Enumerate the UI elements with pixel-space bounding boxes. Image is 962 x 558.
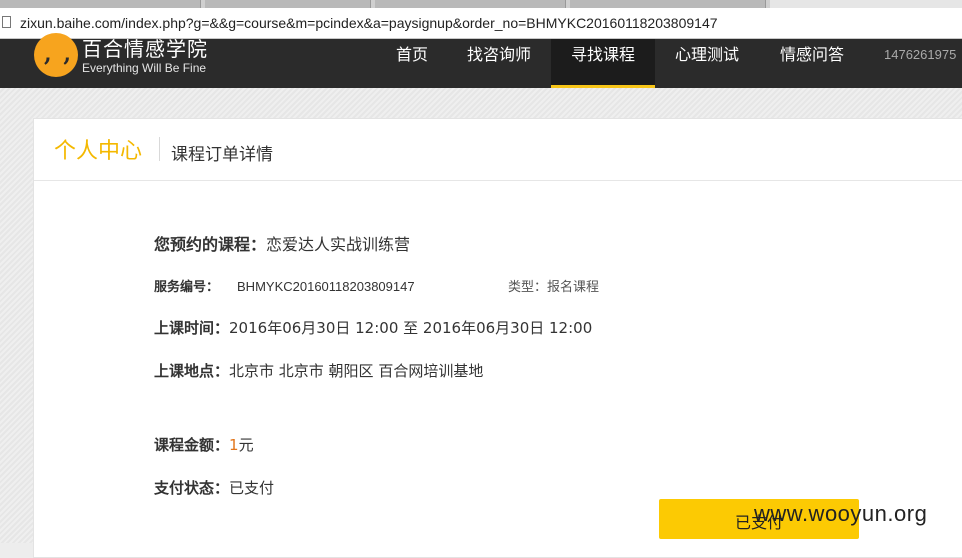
- place-label: 上课地点：: [154, 362, 230, 380]
- time-value: 2016年06月30日 12:00 至 2016年06月30日 12:00: [229, 319, 593, 337]
- url-text[interactable]: zixun.baihe.com/index.php?g=&&g=course&m…: [20, 15, 718, 31]
- service-number: BHMYKC20160118203809147: [237, 279, 415, 294]
- status-value: 已支付: [229, 479, 275, 497]
- user-account[interactable]: 1476261975: [884, 47, 956, 62]
- watermark-text: www.wooyun.org: [754, 501, 928, 526]
- course-label: 您预约的课程：: [154, 235, 267, 254]
- browser-tab-active[interactable]: [770, 0, 962, 8]
- amount-unit: 元: [238, 436, 254, 454]
- browser-tab[interactable]: [205, 0, 371, 8]
- place-value: 北京市 北京市 朝阳区 百合网培训基地: [229, 362, 484, 380]
- site-nav: , , 百合情感学院 Everything Will Be Fine 首页 找咨…: [0, 33, 962, 88]
- panel-header: 个人中心 课程订单详情: [34, 119, 962, 181]
- browser-tab[interactable]: [375, 0, 566, 8]
- nav-item-psych-test[interactable]: 心理测试: [667, 39, 747, 88]
- place-row: 上课地点：北京市 北京市 朝阳区 百合网培训基地: [154, 360, 483, 381]
- service-label: 服务编号：: [154, 280, 220, 295]
- status-row: 支付状态：已支付: [154, 477, 274, 498]
- status-label: 支付状态：: [154, 479, 230, 497]
- personal-center-title[interactable]: 个人中心: [54, 133, 142, 165]
- logo-title[interactable]: 百合情感学院: [82, 33, 208, 62]
- page-icon: [2, 16, 11, 28]
- nav-item-home[interactable]: 首页: [385, 39, 439, 88]
- order-detail-subtitle: 课程订单详情: [171, 145, 273, 165]
- browser-tab[interactable]: [0, 0, 201, 8]
- amount-number: 1: [229, 436, 239, 454]
- course-name: 恋爱达人实战训练营: [266, 235, 411, 254]
- browser-tab[interactable]: [570, 0, 766, 8]
- time-row: 上课时间：2016年06月30日 12:00 至 2016年06月30日 12:…: [154, 317, 592, 338]
- time-label: 上课时间：: [154, 319, 230, 337]
- order-panel: 个人中心 课程订单详情 您预约的课程：恋爱达人实战训练营 服务编号： BHMYKC…: [33, 118, 962, 558]
- nav-item-courses[interactable]: 寻找课程: [551, 39, 655, 88]
- logo-subtitle: Everything Will Be Fine: [82, 61, 207, 75]
- amount-row: 课程金额：1元: [154, 434, 254, 455]
- nav-item-counselor[interactable]: 找咨询师: [457, 39, 541, 88]
- header-divider: [159, 137, 160, 161]
- browser-tab-strip: [0, 0, 962, 8]
- course-row: 您预约的课程：恋爱达人实战训练营: [154, 231, 410, 255]
- type-text: 类型：报名课程: [508, 280, 600, 295]
- nav-item-qa[interactable]: 情感问答: [772, 39, 852, 88]
- service-row: 服务编号： BHMYKC20160118203809147: [154, 276, 415, 295]
- logo-icon[interactable]: , ,: [34, 33, 78, 77]
- amount-label: 课程金额：: [154, 436, 230, 454]
